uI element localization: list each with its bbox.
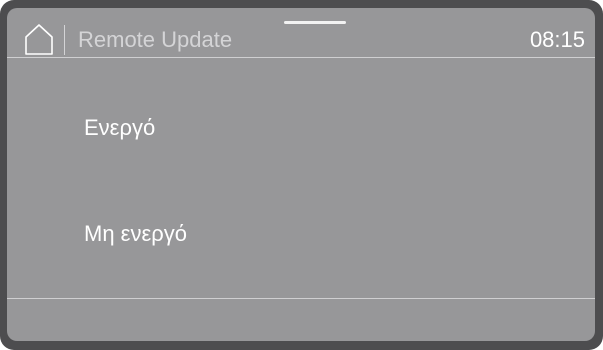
option-active[interactable]: Ενεργό xyxy=(7,59,595,159)
option-inactive[interactable]: Μη ενεργό xyxy=(7,179,595,279)
footer-separator xyxy=(7,298,595,299)
home-icon xyxy=(25,24,53,55)
header-separator xyxy=(7,57,595,58)
header-bar: Remote Update 08:15 xyxy=(7,8,595,58)
page-title: Remote Update xyxy=(78,27,233,52)
header-divider xyxy=(64,25,65,55)
home-button[interactable] xyxy=(24,23,54,55)
option-inactive-label: Μη ενεργό xyxy=(84,221,188,246)
clock: 08:15 xyxy=(529,27,585,52)
device-bezel: Remote Update 08:15 Ενεργό Μη ενεργό xyxy=(0,0,603,350)
display-screen: Remote Update 08:15 Ενεργό Μη ενεργό xyxy=(7,8,595,341)
option-active-label: Ενεργό xyxy=(84,115,156,140)
